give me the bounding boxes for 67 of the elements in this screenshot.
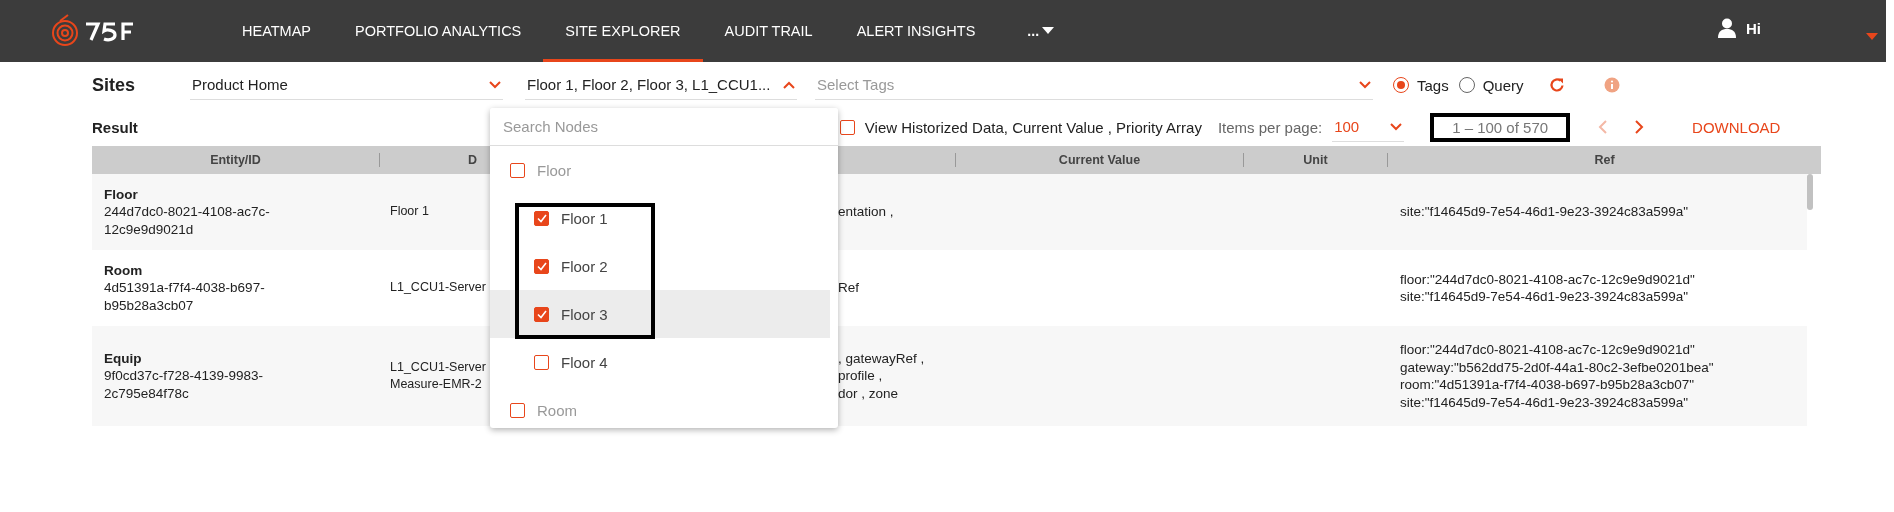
caret-icon[interactable] <box>1042 27 1055 35</box>
column-header: Unit <box>1303 153 1328 167</box>
checkbox[interactable] <box>839 119 855 135</box>
table-cell-text: Measure-EMR-2 <box>390 376 483 393</box>
scrollbar-thumb[interactable] <box>1807 174 1813 210</box>
ref-text: site:"f14645d9-7e54-46d1-9e23-3924c83a599a" <box>1400 393 1690 411</box>
table-cell-text: entation , <box>838 203 895 221</box>
user-icon[interactable] <box>1718 18 1736 38</box>
ref-text: floor:"244d7dc0-8021-4108-ac7c-12c9e9d9021d" <box>1400 341 1696 359</box>
table-cell-text: L1_CCU1-Server <box>390 279 487 297</box>
radio-option[interactable]: Tags <box>1393 76 1449 94</box>
entity-type: Equip <box>104 349 143 368</box>
chevron-down-icon[interactable] <box>1359 80 1371 89</box>
entity-type: Room <box>104 261 144 280</box>
chevron-up-icon[interactable] <box>783 80 795 89</box>
download-button[interactable]: DOWNLOAD <box>1686 114 1787 140</box>
table-cell-text: Ref <box>838 279 860 297</box>
nav-tab[interactable]: SITE EXPLORER <box>543 0 703 62</box>
chevron-down-icon[interactable] <box>1390 122 1403 131</box>
items-per-page-select[interactable]: 100 <box>1332 112 1405 142</box>
page-range: 1 – 100 of 570 <box>1430 112 1571 142</box>
table-cell-text: , gatewayRef , <box>838 349 926 368</box>
nav-tab[interactable]: ALERT INSIGHTS <box>834 0 998 62</box>
entity-id: 9f0cd37c-f728-4139-9983-2c795e84f78c <box>104 367 265 403</box>
historized-option[interactable]: View Historized Data, Current Value , Priority Array <box>839 118 1202 136</box>
column-header: Entity/ID <box>210 153 261 167</box>
search-field[interactable]: Search Nodes <box>490 108 838 146</box>
more-menu-button[interactable]: ... <box>997 0 1065 62</box>
ref-text: floor:"244d7dc0-8021-4108-ac7c-12c9e9d9021d" <box>1400 270 1696 288</box>
refresh-icon[interactable] <box>1547 76 1566 94</box>
entity-id: 244d7dc0-8021-4108-ac7c-12c9e9d9021d <box>104 203 271 239</box>
entity-id: 4d51391a-f7f4-4038-b697-b95b28a3cb07 <box>104 279 266 315</box>
chevron-right-icon[interactable] <box>1635 120 1645 134</box>
checkbox[interactable] <box>534 210 549 226</box>
checkbox[interactable] <box>510 162 525 178</box>
checkbox[interactable] <box>534 354 549 370</box>
items-per-page-label: Items per page: <box>1217 118 1323 136</box>
column-header: Current Value <box>1058 153 1141 167</box>
ref-text: site:"f14645d9-7e54-46d1-9e23-3924c83a599a" <box>1400 203 1690 221</box>
nav-tab[interactable]: AUDIT TRAIL <box>702 0 835 62</box>
table-cell-text: L1_CCU1-Server <box>390 358 487 376</box>
nav-tab[interactable]: HEATMAP <box>220 0 334 62</box>
checkbox[interactable] <box>510 402 525 418</box>
user-greeting[interactable]: Hi <box>1746 19 1761 37</box>
table-cell-text: profile , <box>838 367 884 385</box>
node-dropdown[interactable]: Floor 1, Floor 2, Floor 3, L1_CCU1... <box>525 70 797 100</box>
ref-text: room:"4d51391a-f7f4-4038-b697-b95b28a3cb07" <box>1400 376 1696 394</box>
checkbox[interactable] <box>534 258 549 274</box>
node-option[interactable]: Floor 1 <box>490 194 830 242</box>
ref-text: site:"f14645d9-7e54-46d1-9e23-3924c83a599a" <box>1400 288 1690 306</box>
radio-option[interactable]: Query <box>1458 76 1524 94</box>
nav-tab[interactable]: PORTFOLIO ANALYTICS <box>333 0 544 62</box>
section-title: Sites <box>92 74 137 96</box>
info-icon[interactable] <box>1603 77 1620 93</box>
column-header: Ref <box>1594 153 1615 167</box>
column-header: D <box>468 153 478 167</box>
node-option[interactable]: Floor 3 <box>490 290 830 338</box>
chevron-down-icon[interactable] <box>489 80 501 89</box>
section-title: Result <box>92 118 138 136</box>
site-dropdown[interactable]: Product Home <box>190 70 503 100</box>
table-cell-text: Floor 1 <box>390 203 430 221</box>
checkbox[interactable] <box>534 306 549 322</box>
entity-type: Floor <box>104 185 139 204</box>
node-option[interactable]: Floor 2 <box>490 242 830 290</box>
table-cell-text: dor , zone <box>838 384 900 403</box>
node-option[interactable]: Floor 4 <box>490 338 830 386</box>
ref-text: gateway:"b562dd75-2d0f-44a1-80c2-3efbe0201bea" <box>1400 358 1715 376</box>
